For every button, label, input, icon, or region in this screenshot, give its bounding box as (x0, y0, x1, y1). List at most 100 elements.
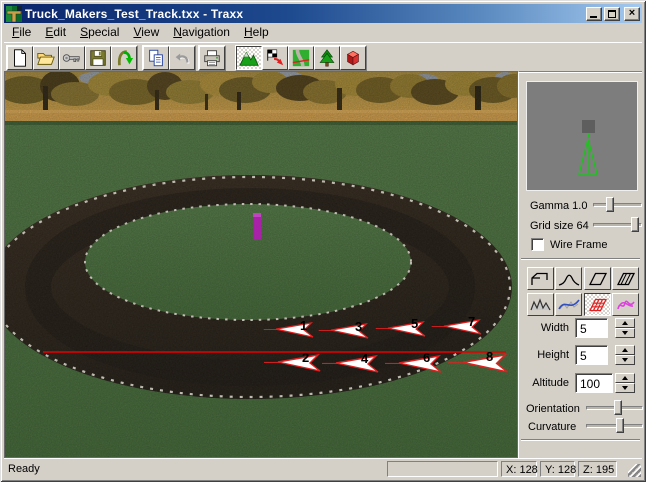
new-button[interactable] (7, 46, 33, 70)
up-arrow-icon (622, 321, 628, 325)
altitude-spin-up[interactable] (615, 373, 635, 383)
save-icon (88, 48, 108, 68)
tool-hill-button[interactable] (555, 267, 582, 290)
close-button[interactable]: × (624, 7, 640, 21)
tool-plateau-button[interactable] (527, 267, 554, 290)
minimize-button[interactable] (586, 7, 602, 21)
preview-cube (582, 120, 595, 133)
viewport[interactable]: 1 3 5 7 2 4 6 8 (4, 71, 518, 458)
status-y-coordinate: Y: 128 (540, 461, 575, 477)
launch-icon (114, 48, 134, 68)
down-arrow-icon (622, 331, 628, 335)
undo-button[interactable] (169, 46, 195, 70)
checkered-flag-icon (265, 48, 285, 68)
width-input[interactable] (575, 318, 608, 338)
orientation-slider[interactable] (586, 399, 643, 416)
toolbar-group-views (235, 45, 367, 71)
menubar: File Edit Special View Navigation Help (4, 23, 642, 42)
view-terrain-button[interactable] (236, 46, 262, 70)
grid-patch-tool-icon (587, 296, 609, 314)
height-spinner (615, 345, 635, 365)
view-boxes-button[interactable] (340, 46, 366, 70)
open-button[interactable] (33, 46, 59, 70)
status-z-coordinate: Z: 195 (578, 461, 617, 477)
tool-slope-button[interactable] (612, 267, 639, 290)
launch-game-button[interactable] (111, 46, 137, 70)
width-spinner (615, 318, 635, 338)
menu-edit[interactable]: Edit (38, 23, 73, 42)
traxx-window: Truck_Makers_Test_Track.txx - Traxx × Fi… (0, 0, 646, 482)
view-checkpoints-button[interactable] (262, 46, 288, 70)
grid-size-slider-thumb[interactable] (631, 217, 639, 232)
new-icon (10, 48, 30, 68)
copy-button[interactable] (143, 46, 169, 70)
tool-rough-button[interactable] (527, 293, 554, 316)
grid-number-2: 2 (302, 350, 309, 365)
menu-view[interactable]: View (126, 23, 166, 42)
menu-help[interactable]: Help (237, 23, 276, 42)
app-icon[interactable] (6, 6, 22, 22)
height-spin-down[interactable] (615, 355, 635, 365)
track-scene[interactable]: 1 3 5 7 2 4 6 8 (5, 72, 517, 457)
cube-icon (343, 48, 363, 68)
gamma-slider-groove (593, 203, 642, 207)
print-button[interactable] (199, 46, 225, 70)
up-arrow-icon (622, 348, 628, 352)
panel-separator-top (521, 258, 640, 260)
width-spin-up[interactable] (615, 318, 635, 328)
texture-icon (291, 48, 311, 68)
tool-paint-button[interactable] (612, 293, 639, 316)
toolbar-group-edit (142, 45, 196, 71)
orientation-slider-thumb[interactable] (614, 400, 622, 415)
menu-navigation[interactable]: Navigation (166, 23, 237, 42)
titlebar[interactable]: Truck_Makers_Test_Track.txx - Traxx × (4, 4, 642, 23)
curvature-slider[interactable] (586, 417, 643, 434)
up-arrow-icon (622, 376, 628, 380)
paint-scribble-tool-icon (615, 296, 637, 314)
toolbar (4, 42, 642, 71)
toolbar-group-file (6, 45, 138, 71)
save-button[interactable] (85, 46, 111, 70)
tool-smooth-button[interactable] (555, 293, 582, 316)
menu-file[interactable]: File (5, 23, 38, 42)
rough-terrain-tool-icon (530, 296, 552, 314)
open-icon (36, 48, 56, 68)
import-pod-button[interactable] (59, 46, 85, 70)
view-textures-button[interactable] (288, 46, 314, 70)
model-preview[interactable] (526, 81, 638, 191)
view-models-button[interactable] (314, 46, 340, 70)
altitude-spin-down[interactable] (615, 383, 635, 393)
gamma-slider-thumb[interactable] (606, 197, 614, 212)
grid-number-6: 6 (423, 350, 430, 365)
curvature-label: Curvature (528, 421, 576, 433)
preview-scene (527, 82, 637, 190)
menu-special[interactable]: Special (73, 23, 126, 42)
grid-size-slider[interactable] (593, 216, 642, 233)
tool-flat-button[interactable] (584, 267, 611, 290)
texture-noise-light (5, 72, 517, 457)
key-icon (62, 48, 82, 68)
height-spin-up[interactable] (615, 345, 635, 355)
altitude-spinner (615, 373, 635, 393)
grid-number-5: 5 (411, 316, 418, 331)
grid-number-1: 1 (300, 318, 307, 333)
toolbar-group-print (198, 45, 226, 71)
maximize-glyph (608, 10, 616, 18)
undo-icon (172, 48, 192, 68)
curvature-slider-thumb[interactable] (616, 418, 624, 433)
maximize-button[interactable] (604, 7, 620, 21)
tool-grid-button[interactable] (584, 293, 611, 316)
wireframe-checkbox[interactable] (531, 238, 544, 251)
grid-number-3: 3 (355, 319, 362, 334)
altitude-input[interactable] (575, 373, 613, 393)
width-spin-down[interactable] (615, 328, 635, 338)
gamma-slider[interactable] (593, 196, 642, 213)
wireframe-label: Wire Frame (550, 239, 607, 251)
slope-tile-tool-icon (615, 270, 637, 288)
tree-icon (317, 48, 337, 68)
height-input[interactable] (575, 345, 608, 365)
gamma-label: Gamma 1.0 (530, 200, 587, 212)
curvature-slider-groove (586, 424, 643, 428)
resize-grip[interactable] (628, 464, 641, 477)
status-empty-panel (387, 461, 498, 477)
